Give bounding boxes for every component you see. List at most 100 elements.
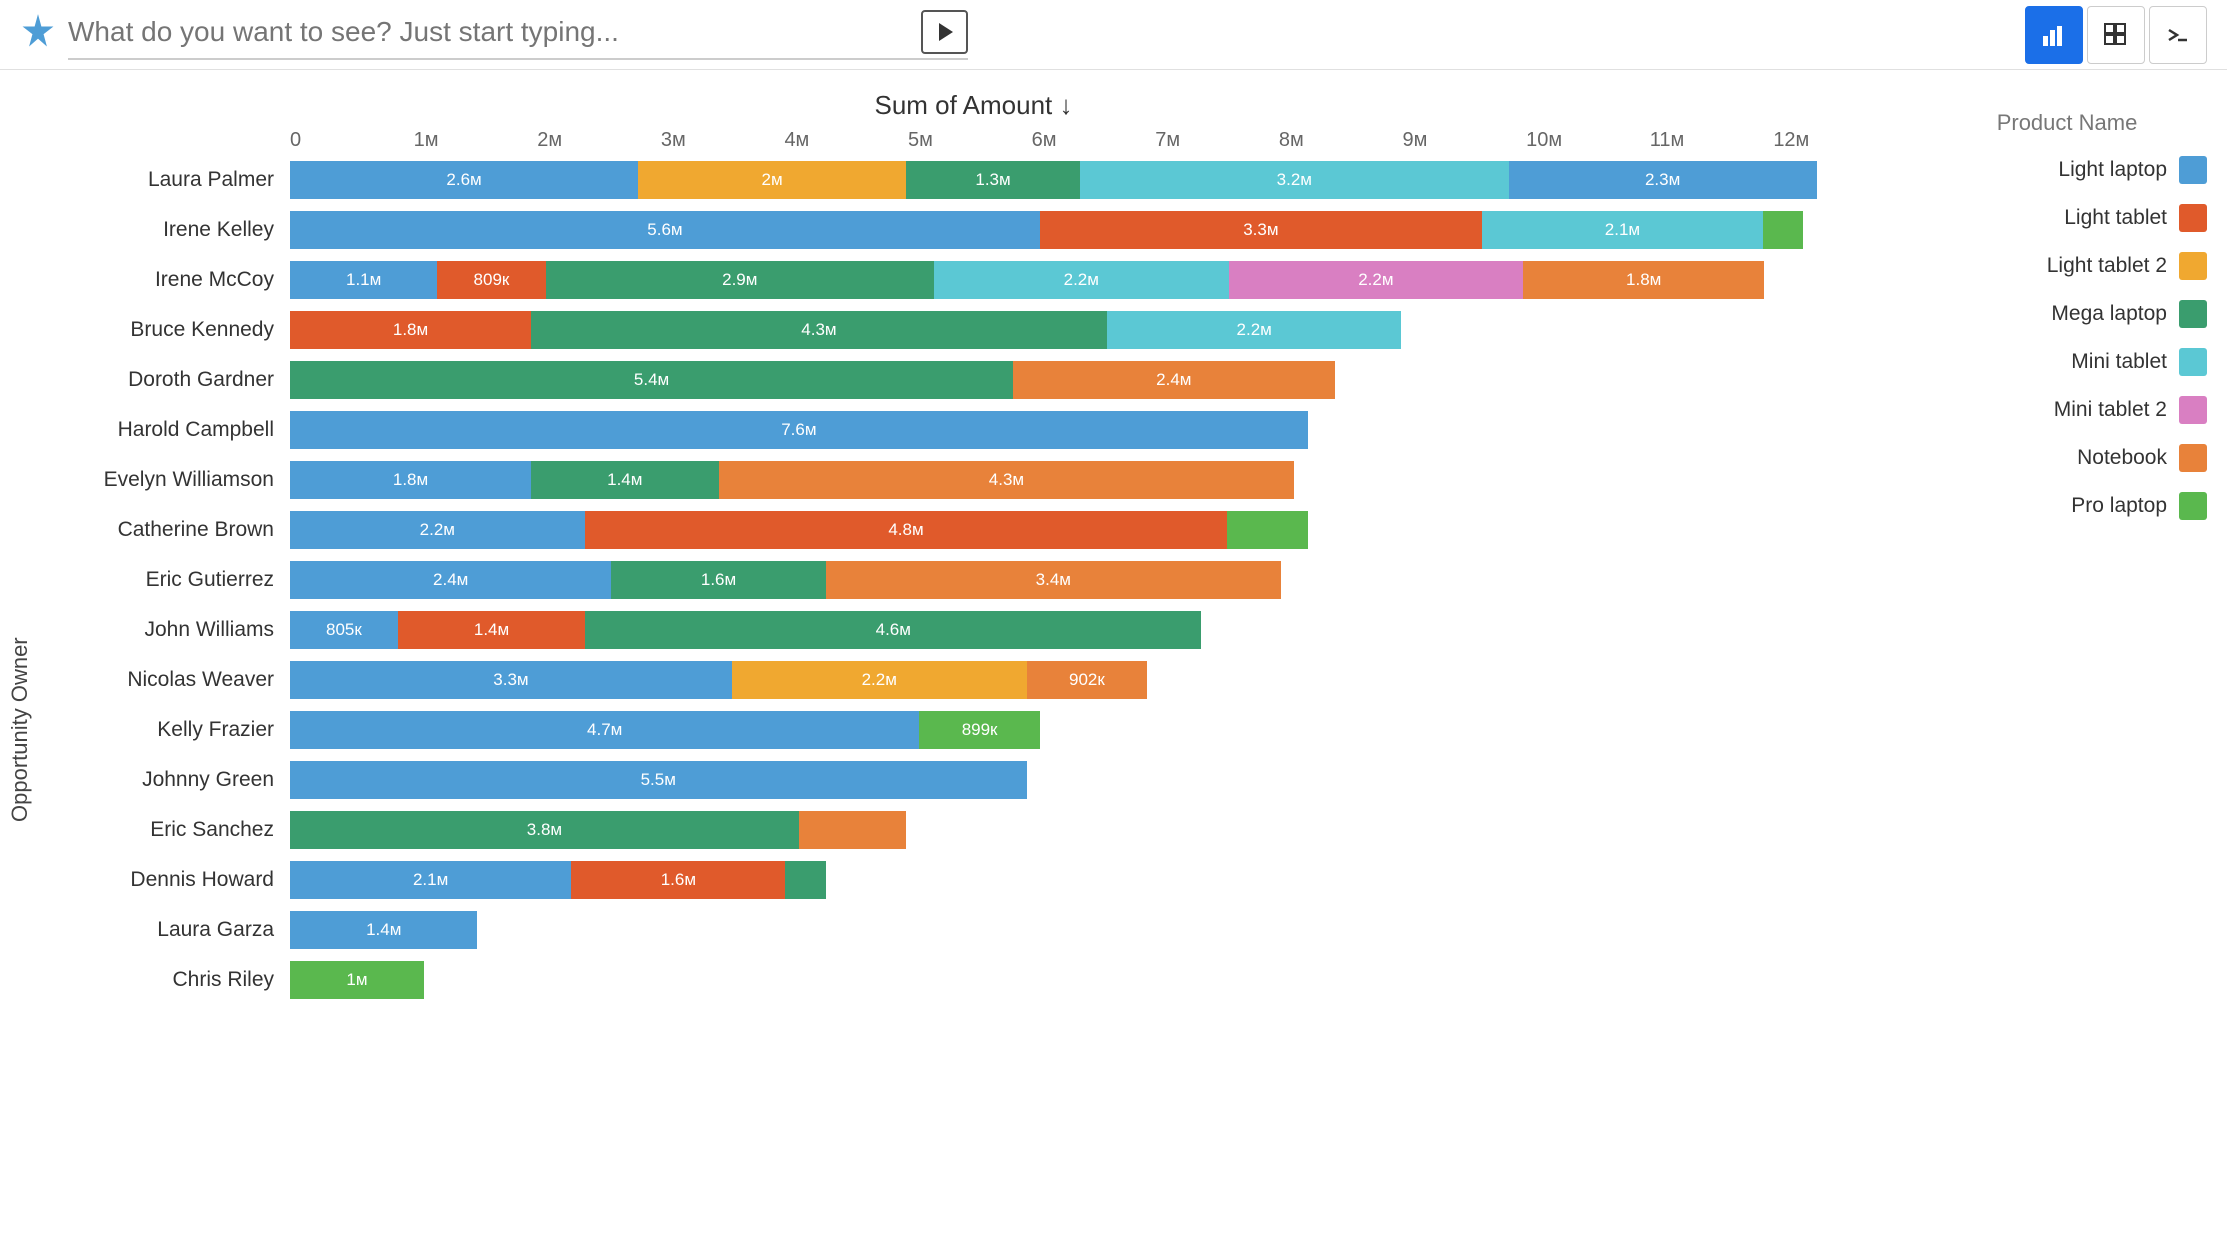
search-input[interactable] (68, 16, 901, 48)
bars-container: 1.8м4.3м2.2м (290, 311, 1897, 349)
x-tick: 1м (414, 129, 538, 152)
row-label: Johnny Green (50, 768, 290, 792)
chart-row: John Williams805к1.4м4.6м (50, 606, 1897, 654)
row-label: Harold Campbell (50, 418, 290, 442)
x-tick: 3м (661, 129, 785, 152)
x-tick: 9м (1402, 129, 1526, 152)
bar-segment: 2.2м (290, 511, 585, 549)
bars-container: 805к1.4м4.6м (290, 611, 1897, 649)
bar-segment: 4.7м (290, 711, 919, 749)
bars-container: 1.1м809к2.9м2.2м2.2м1.8м (290, 261, 1897, 299)
bar-segment: 2.3м (1509, 161, 1817, 199)
chart-row: Harold Campbell7.6м (50, 406, 1897, 454)
bars-container: 1.8м1.4м4.3м (290, 461, 1897, 499)
bar-segment: 3.3м (1040, 211, 1482, 249)
terminal-button[interactable] (2149, 6, 2207, 64)
legend-item: Light tablet (1927, 204, 2207, 232)
bars-container: 2.6м2м1.3м3.2м2.3м (290, 161, 1897, 199)
chart-row: Nicolas Weaver3.3м2.2м902к (50, 656, 1897, 704)
bar-segment: 1м (290, 961, 424, 999)
bar-segment (1227, 511, 1307, 549)
row-label: Evelyn Williamson (50, 468, 290, 492)
search-area[interactable] (68, 10, 968, 60)
x-tick: 8м (1279, 129, 1403, 152)
bar-segment: 3.8м (290, 811, 799, 849)
chart-row: Catherine Brown2.2м4.8м (50, 506, 1897, 554)
bar-segment: 4.6м (585, 611, 1201, 649)
bar-segment: 1.8м (290, 311, 531, 349)
chart-row: Irene McCoy1.1м809к2.9м2.2м2.2м1.8м (50, 256, 1897, 304)
bars-container: 1м (290, 961, 1897, 999)
bar-segment: 5.4м (290, 361, 1013, 399)
play-button[interactable] (921, 10, 968, 54)
chart-row: Irene Kelley5.6м3.3м2.1м (50, 206, 1897, 254)
bar-segment: 1.4м (290, 911, 477, 949)
legend: Product Name Light laptopLight tabletLig… (1907, 90, 2227, 1250)
chart-row: Chris Riley1м (50, 956, 1897, 1004)
chart-row: Doroth Gardner5.4м2.4м (50, 356, 1897, 404)
bar-segment: 1.8м (1523, 261, 1764, 299)
y-axis-label: Opportunity Owner (0, 210, 40, 1250)
bar-segment: 2.2м (1107, 311, 1402, 349)
chart-view-button[interactable] (2025, 6, 2083, 64)
chart-body: Laura Palmer2.6м2м1.3м3.2м2.3мIrene Kell… (50, 156, 1897, 1004)
row-label: Bruce Kennedy (50, 318, 290, 342)
row-label: Kelly Frazier (50, 718, 290, 742)
legend-item: Pro laptop (1927, 492, 2207, 520)
chart-main: Sum of Amount ↓ 01м2м3м4м5м6м7м8м9м10м11… (40, 90, 1907, 1250)
row-label: Irene Kelley (50, 218, 290, 242)
legend-swatch (2179, 300, 2207, 328)
row-label: Laura Palmer (50, 168, 290, 192)
bar-segment: 2.6м (290, 161, 638, 199)
chart-row: Kelly Frazier4.7м899к (50, 706, 1897, 754)
row-label: Eric Gutierrez (50, 568, 290, 592)
legend-item: Light laptop (1927, 156, 2207, 184)
bars-container: 3.8м (290, 811, 1897, 849)
row-label: Laura Garza (50, 918, 290, 942)
bar-segment: 1.3м (906, 161, 1080, 199)
bar-segment: 5.5м (290, 761, 1027, 799)
chart-row: Bruce Kennedy1.8м4.3м2.2м (50, 306, 1897, 354)
bar-segment: 1.6м (571, 861, 785, 899)
legend-swatch (2179, 204, 2207, 232)
bar-segment (1763, 211, 1803, 249)
grid-view-button[interactable] (2087, 6, 2145, 64)
star-icon (20, 14, 56, 50)
row-label: Nicolas Weaver (50, 668, 290, 692)
legend-label: Mini tablet 2 (2054, 398, 2167, 422)
x-tick: 4м (784, 129, 908, 152)
x-tick: 10м (1526, 129, 1650, 152)
bar-chart-icon (2041, 22, 2067, 48)
legend-item: Light tablet 2 (1927, 252, 2207, 280)
chart-row: Eric Sanchez3.8м (50, 806, 1897, 854)
bar-segment: 809к (437, 261, 545, 299)
legend-swatch (2179, 348, 2207, 376)
top-bar (0, 0, 2227, 70)
bar-segment: 2.2м (1229, 261, 1524, 299)
row-label: Doroth Gardner (50, 368, 290, 392)
bars-container: 3.3м2.2м902к (290, 661, 1897, 699)
x-tick: 5м (908, 129, 1032, 152)
x-tick: 2м (537, 129, 661, 152)
terminal-icon (2165, 22, 2191, 48)
chart-row: Dennis Howard2.1м1.6м (50, 856, 1897, 904)
bar-segment: 2.2м (934, 261, 1229, 299)
bar-segment: 2.1м (290, 861, 571, 899)
bar-segment: 2.1м (1482, 211, 1763, 249)
bars-container: 4.7м899к (290, 711, 1897, 749)
x-tick: 6м (1032, 129, 1156, 152)
grid-icon (2103, 22, 2129, 48)
bar-segment: 902к (1027, 661, 1148, 699)
bar-segment: 2м (638, 161, 906, 199)
bar-segment: 4.3м (719, 461, 1295, 499)
legend-label: Mini tablet (2071, 350, 2167, 374)
bars-container: 2.1м1.6м (290, 861, 1897, 899)
bar-segment: 2.4м (290, 561, 611, 599)
search-icon-wrap (20, 14, 56, 55)
chart-row: Johnny Green5.5м (50, 756, 1897, 804)
chart-area: Opportunity Owner Sum of Amount ↓ 01м2м3… (0, 70, 2227, 1250)
bars-container: 5.4м2.4м (290, 361, 1897, 399)
chart-row: Laura Palmer2.6м2м1.3м3.2м2.3м (50, 156, 1897, 204)
row-label: Dennis Howard (50, 868, 290, 892)
row-label: John Williams (50, 618, 290, 642)
